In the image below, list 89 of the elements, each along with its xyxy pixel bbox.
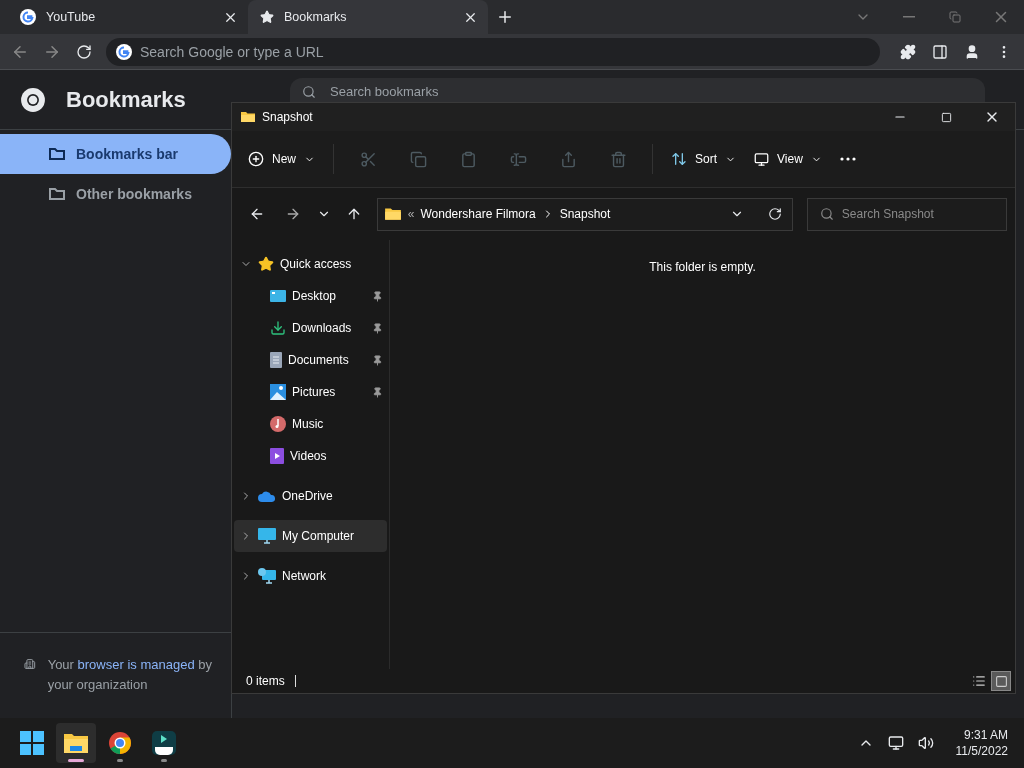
- cut-icon: [359, 150, 377, 168]
- breadcrumb-item[interactable]: Snapshot: [559, 207, 611, 221]
- chrome-icon: [108, 731, 132, 755]
- view-button[interactable]: View: [746, 143, 830, 175]
- tiles-view-button[interactable]: [991, 671, 1011, 691]
- running-indicator: [161, 759, 167, 762]
- nav-item[interactable]: OneDrive: [234, 480, 387, 512]
- sidebar-item[interactable]: Bookmarks bar: [0, 134, 231, 174]
- nav-item[interactable]: My Computer: [234, 520, 387, 552]
- nav-item[interactable]: Documents: [234, 344, 387, 376]
- plus-circle-icon: [248, 151, 264, 167]
- star-icon: [258, 256, 274, 272]
- maximize-icon: [940, 111, 952, 123]
- sort-button[interactable]: Sort: [663, 143, 745, 175]
- document-icon: [270, 352, 282, 368]
- folder-icon: [48, 146, 66, 162]
- person-icon: [964, 43, 980, 60]
- monitor-icon: [754, 151, 770, 167]
- sidebar-item[interactable]: Other bookmarks: [0, 174, 231, 214]
- google-icon: [116, 43, 132, 60]
- nav-item[interactable]: Music: [234, 408, 387, 440]
- sort-arrows-icon: [671, 151, 687, 167]
- page-title: Bookmarks: [66, 86, 186, 113]
- copy-icon: [409, 150, 427, 168]
- restore-icon: [949, 11, 961, 23]
- address-bar[interactable]: « Wondershare Filmora Snapshot: [376, 197, 793, 231]
- list-icon: [972, 674, 986, 688]
- folder-icon: [240, 109, 256, 125]
- volume-icon: [917, 735, 934, 751]
- search-icon: [302, 85, 316, 99]
- nav-item[interactable]: Downloads: [234, 312, 387, 344]
- pin-icon: [372, 354, 383, 366]
- clock-time: 9:31 AM: [963, 727, 1008, 743]
- running-indicator: [117, 759, 123, 762]
- reload-icon: [76, 43, 92, 60]
- window-title: Snapshot: [262, 110, 313, 124]
- pin-icon: [372, 290, 383, 302]
- taskbar-app[interactable]: [56, 723, 96, 763]
- nav-item[interactable]: Network: [234, 560, 387, 592]
- empty-folder-message: This folder is empty.: [649, 260, 756, 276]
- search-icon: [819, 207, 834, 221]
- puzzle-icon: [900, 43, 916, 60]
- picture-icon: [270, 384, 286, 400]
- browser-tab[interactable]: Bookmarks: [248, 0, 488, 34]
- search-field[interactable]: Search bookmarks: [290, 78, 985, 102]
- nav-item[interactable]: Pictures: [234, 376, 387, 408]
- new-button[interactable]: New: [240, 143, 323, 175]
- clock-date: 11/5/2022: [955, 743, 1008, 759]
- breadcrumb-item[interactable]: Wondershare Filmora: [420, 207, 536, 221]
- filmora-icon: [152, 731, 176, 755]
- share-icon: [559, 150, 577, 168]
- paste-icon: [459, 150, 477, 168]
- network-icon: [887, 735, 904, 751]
- item-count: 0 items: [246, 674, 285, 688]
- running-indicator: [68, 759, 84, 762]
- pin-icon: [372, 322, 383, 334]
- nav-item[interactable]: Videos: [234, 440, 387, 472]
- side-panel-icon: [932, 43, 948, 60]
- square-icon: [994, 674, 1008, 688]
- nav-item[interactable]: Quick access: [234, 248, 387, 280]
- browser-tab[interactable]: YouTube: [8, 0, 248, 34]
- minimize-icon: [903, 16, 915, 18]
- search-field[interactable]: Search Snapshot: [806, 197, 1007, 231]
- managed-link[interactable]: browser is managed: [77, 657, 195, 672]
- folder-icon: [383, 205, 402, 223]
- network-icon: [258, 568, 276, 584]
- computer-icon: [258, 528, 276, 544]
- managed-notice: Your browser is managed by your organization: [47, 656, 213, 694]
- plus-icon: [496, 8, 514, 26]
- windows-logo-icon: [20, 731, 44, 755]
- google-icon: [20, 9, 36, 25]
- desktop-icon: [270, 289, 286, 303]
- folder-icon: [63, 731, 89, 755]
- star-icon: [260, 10, 274, 24]
- music-icon: [270, 416, 286, 432]
- chrome-logo-icon: [20, 86, 46, 113]
- rename-icon: [509, 150, 527, 168]
- cloud-icon: [258, 490, 276, 502]
- folder-icon: [48, 186, 66, 202]
- clock[interactable]: 9:31 AM 11/5/2022: [955, 727, 1008, 759]
- delete-icon: [609, 150, 627, 168]
- nav-item[interactable]: Desktop: [234, 280, 387, 312]
- pin-icon: [372, 386, 383, 398]
- video-icon: [270, 448, 284, 464]
- address-bar[interactable]: Search Google or type a URL: [106, 37, 880, 66]
- overflow-marker[interactable]: «: [407, 207, 415, 221]
- download-icon: [270, 320, 286, 336]
- more-icon: [839, 157, 856, 161]
- refresh-icon: [767, 207, 782, 221]
